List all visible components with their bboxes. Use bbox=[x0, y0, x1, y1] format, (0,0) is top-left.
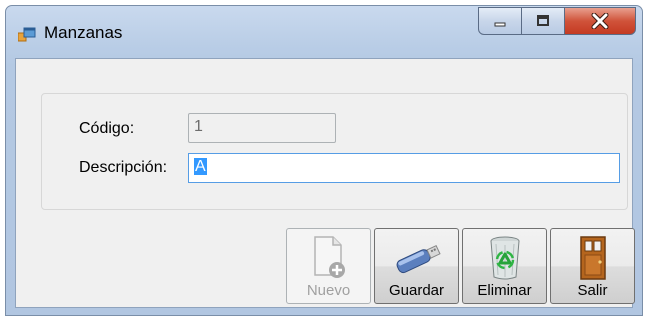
descripcion-value: A bbox=[194, 158, 207, 175]
window-title: Manzanas bbox=[44, 23, 123, 42]
new-document-icon bbox=[313, 236, 345, 278]
descripcion-field[interactable]: A bbox=[188, 153, 620, 183]
minimize-icon bbox=[494, 22, 506, 27]
nuevo-label: Nuevo bbox=[306, 282, 351, 299]
codigo-field[interactable]: 1 bbox=[188, 113, 336, 143]
minimize-button[interactable] bbox=[478, 7, 522, 35]
salir-label: Salir bbox=[577, 282, 608, 299]
data-groupbox: Código: 1 Descripción: A bbox=[41, 93, 628, 210]
close-button[interactable] bbox=[564, 7, 636, 35]
title-bar[interactable]: Manzanas bbox=[6, 6, 642, 54]
door-icon bbox=[579, 236, 606, 280]
salir-button[interactable]: Salir bbox=[550, 228, 635, 304]
guardar-label: Guardar bbox=[388, 282, 445, 299]
eliminar-label: Eliminar bbox=[477, 282, 532, 299]
descripcion-label: Descripción: bbox=[79, 159, 168, 176]
client-area: Código: 1 Descripción: A Nuevo Guardar E… bbox=[15, 58, 635, 308]
usb-drive-icon bbox=[396, 244, 441, 274]
codigo-label: Código: bbox=[79, 120, 135, 137]
nuevo-button[interactable]: Nuevo bbox=[286, 228, 371, 304]
close-icon bbox=[591, 13, 609, 29]
app-icon bbox=[18, 27, 36, 42]
eliminar-button[interactable]: Eliminar bbox=[462, 228, 547, 304]
recycle-bin-icon bbox=[490, 236, 519, 280]
maximize-button[interactable] bbox=[521, 7, 565, 35]
main-window: Manzanas Código: 1 Descripción: A Nuevo … bbox=[5, 5, 643, 316]
maximize-icon bbox=[537, 15, 549, 26]
guardar-button[interactable]: Guardar bbox=[374, 228, 459, 304]
